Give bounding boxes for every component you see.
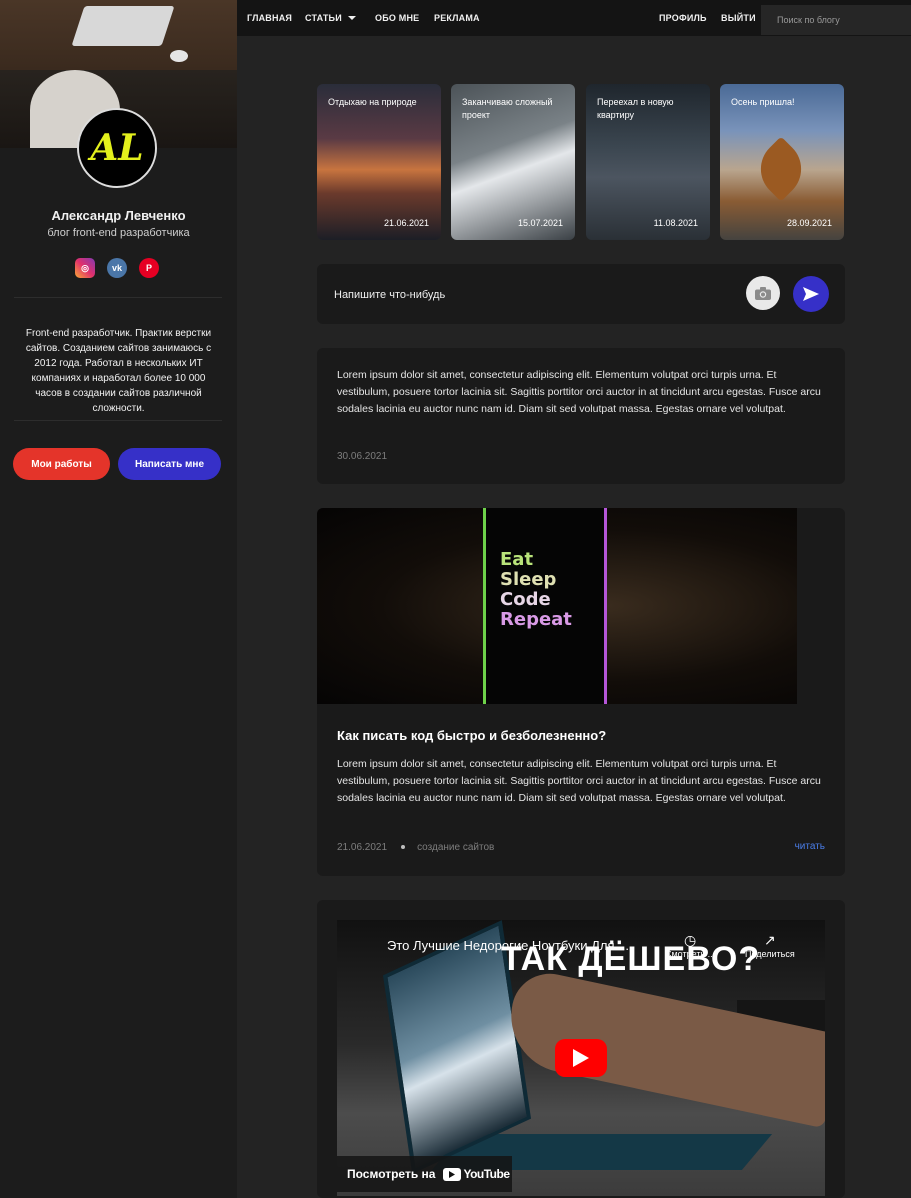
write-me-button[interactable]: Написать мне	[118, 448, 221, 480]
send-icon[interactable]	[793, 276, 829, 312]
nav-ads[interactable]: РЕКЛАМА	[434, 13, 480, 23]
divider	[14, 297, 222, 298]
story-date: 15.07.2021	[517, 218, 563, 228]
story-title: Отдыхаю на природе	[328, 97, 417, 107]
vk-icon[interactable]: vk	[107, 258, 127, 278]
post-date: 21.06.2021	[337, 842, 388, 853]
post-image: Eat Sleep Code Repeat	[317, 508, 797, 704]
watch-on-youtube-button[interactable]: Посмотреть на YouTube	[337, 1156, 512, 1192]
post-card: Eat Sleep Code Repeat Как писать код быс…	[317, 508, 845, 876]
composer-placeholder[interactable]: Напишите что-нибудь	[334, 289, 445, 301]
post-title[interactable]: Как писать код быстро и безболезненно?	[337, 728, 606, 743]
my-works-button[interactable]: Мои работы	[13, 448, 110, 480]
watch-later-button[interactable]: ◷ Смотреть ...	[665, 932, 715, 959]
camera-icon[interactable]	[746, 276, 780, 310]
post-composer[interactable]: Напишите что-нибудь	[317, 264, 845, 324]
divider	[14, 420, 222, 421]
story-date: 28.09.2021	[786, 218, 832, 228]
post-card: ТАК ДЁШЕВО? Это Лучшие Недорогие Ноутбук…	[317, 900, 845, 1198]
nav-logout[interactable]: ВЫЙТИ	[721, 13, 756, 23]
story-title: Заканчиваю сложный проект	[462, 97, 553, 120]
youtube-video-embed[interactable]: ТАК ДЁШЕВО? Это Лучшие Недорогие Ноутбук…	[337, 920, 825, 1196]
play-icon	[573, 1049, 589, 1067]
story-date: 21.06.2021	[383, 218, 429, 228]
sidebar: AL Александр Левченко блог front-end раз…	[0, 0, 237, 1198]
story-card[interactable]: Переехал в новую квартиру 11.08.2021	[586, 84, 710, 240]
nav-articles-label: СТАТЬИ	[305, 13, 342, 23]
profile-name: Александр Левченко	[51, 208, 186, 223]
pinterest-icon[interactable]: P	[139, 258, 159, 278]
read-more-link[interactable]: читать	[795, 841, 825, 852]
phone-image: Eat Sleep Code Repeat	[483, 508, 607, 704]
post-text: Lorem ipsum dolor sit amet, consectetur …	[337, 758, 821, 804]
nav-about[interactable]: ОБО МНЕ	[375, 13, 419, 23]
post-tag[interactable]: создание сайтов	[417, 842, 494, 853]
post-meta: 21.06.2021 создание сайтов	[337, 842, 494, 853]
video-title[interactable]: Это Лучшие Недорогие Ноутбуки Для ...	[387, 938, 629, 953]
instagram-icon[interactable]: ◎	[75, 258, 95, 278]
profile-subtitle: блог front-end разработчика	[47, 227, 190, 239]
youtube-logo-icon: YouTube	[443, 1167, 510, 1181]
story-date: 11.08.2021	[653, 218, 698, 228]
story-title: Переехал в новую квартиру	[597, 97, 674, 120]
nav-articles[interactable]: СТАТЬИ	[305, 13, 356, 23]
share-icon: ↗	[763, 932, 776, 948]
top-navigation: ГЛАВНАЯ СТАТЬИ ОБО МНЕ РЕКЛАМА ПРОФИЛЬ В…	[237, 0, 911, 36]
chevron-down-icon	[347, 16, 356, 20]
nav-profile[interactable]: ПРОФИЛЬ	[659, 13, 707, 23]
avatar[interactable]: AL	[77, 108, 157, 188]
leaf-image	[748, 136, 814, 202]
post-text: Lorem ipsum dolor sit amet, consectetur …	[337, 369, 821, 415]
story-card[interactable]: Осень пришла! 28.09.2021	[720, 84, 844, 240]
story-card[interactable]: Заканчиваю сложный проект 15.07.2021	[451, 84, 575, 240]
separator-dot	[401, 845, 406, 849]
story-card[interactable]: Отдыхаю на природе 21.06.2021	[317, 84, 441, 240]
clock-icon: ◷	[683, 932, 697, 948]
nav-home[interactable]: ГЛАВНАЯ	[247, 13, 292, 23]
search-input[interactable]	[761, 5, 911, 35]
story-title: Осень пришла!	[731, 97, 795, 107]
profile-about: Front-end разработчик. Практик верстки с…	[25, 328, 212, 414]
play-button[interactable]	[555, 1039, 607, 1077]
social-links: ◎ vk P	[75, 258, 159, 278]
post-date: 30.06.2021	[337, 451, 388, 462]
post-card: Lorem ipsum dolor sit amet, consectetur …	[317, 348, 845, 484]
share-button[interactable]: ↗ Поделиться	[745, 932, 795, 959]
